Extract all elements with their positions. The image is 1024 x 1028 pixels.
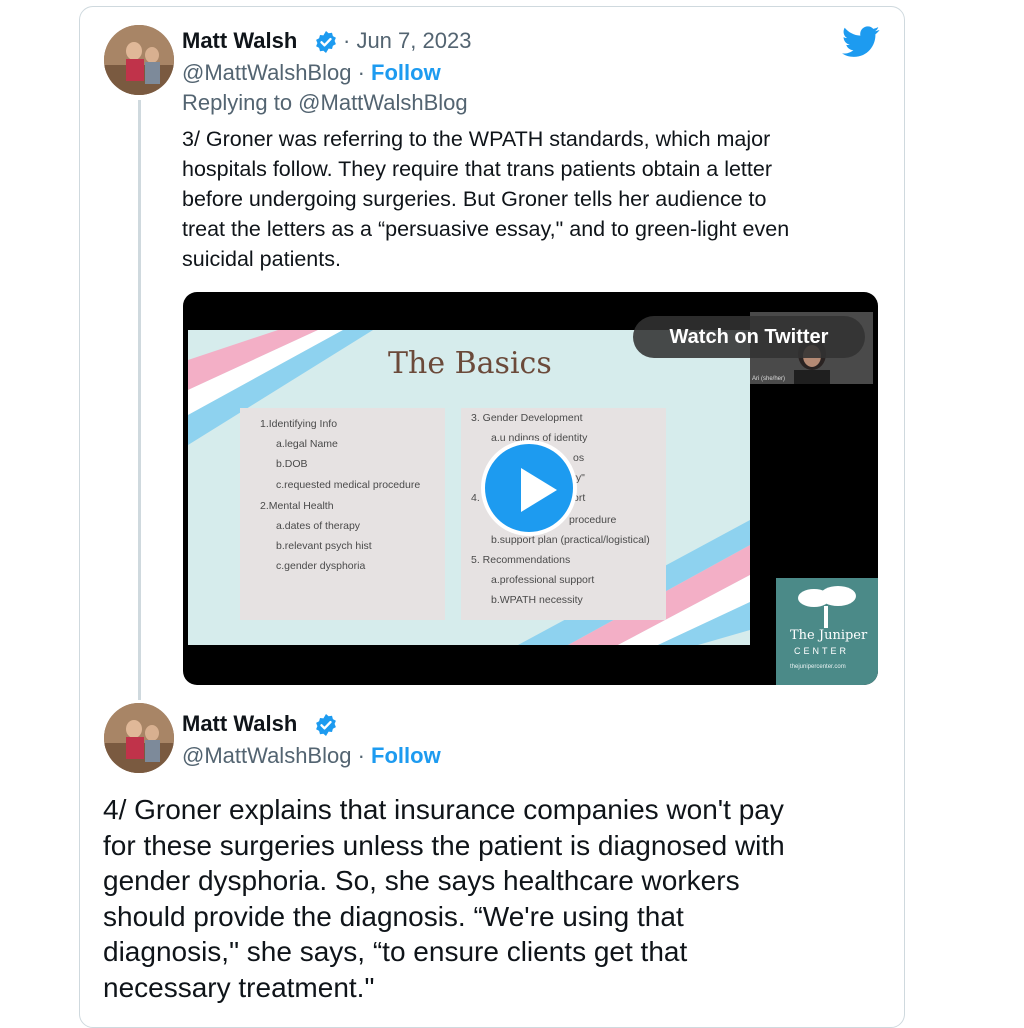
slide-item: 2.Mental Health: [260, 500, 334, 512]
tweet-text-line: suicidal patients.: [182, 247, 341, 271]
logo-center: CENTER: [794, 646, 850, 656]
verified-badge-icon: [316, 31, 336, 53]
video-player[interactable]: The Basics 1.Identifying Info a.legal Na…: [183, 292, 878, 685]
tweet-text-line: diagnosis," she says, “to ensure clients…: [103, 936, 688, 967]
follow-button[interactable]: Follow: [371, 60, 441, 85]
tweet-text-line: necessary treatment.": [103, 971, 375, 1003]
slide-item: a.professional support: [491, 574, 595, 586]
twitter-bird-icon[interactable]: [842, 25, 880, 59]
play-icon[interactable]: [481, 440, 577, 536]
handle-text[interactable]: @MattWalshBlog ·: [182, 60, 365, 85]
logo-name: The Juniper: [790, 628, 868, 643]
tweet-text: 4/ Groner explains that insurance compan…: [103, 792, 883, 1005]
tweet-text-line: for these surgeries unless the patient i…: [103, 829, 785, 861]
slide-item: 5. Recommendations: [471, 554, 571, 566]
slide-title: The Basics: [388, 346, 552, 381]
slide-item: b.support plan (practical/logistical): [491, 534, 650, 546]
slide-item: c.requested medical procedure: [276, 479, 421, 491]
avatar[interactable]: [104, 25, 174, 95]
watch-on-twitter-button[interactable]: Watch on Twitter: [633, 316, 865, 358]
tweet-text-line: gender dysphoria. So, she says healthcar…: [103, 865, 740, 896]
tweet-text: 3/ Groner was referring to the WPATH sta…: [182, 124, 872, 274]
handle-text[interactable]: @MattWalshBlog ·: [182, 743, 365, 768]
slide-item: 1.Identifying Info: [260, 418, 338, 430]
play-triangle: [521, 468, 557, 512]
logo-url: thejunipercenter.com: [790, 664, 846, 670]
slide-item: c.gender dysphoria: [276, 560, 366, 572]
slide-item: os: [573, 452, 585, 464]
thread-connector: [138, 100, 141, 700]
slide-item: b.relevant psych hist: [276, 540, 372, 552]
author-name[interactable]: Matt Walsh: [182, 711, 297, 737]
slide-item: 3. Gender Development: [471, 412, 583, 424]
video-slide: The Basics 1.Identifying Info a.legal Na…: [188, 330, 750, 645]
tweet-text-line: treat the letters as a “persuasive essay…: [182, 217, 790, 241]
replying-to[interactable]: Replying to @MattWalshBlog: [182, 90, 468, 116]
tree-icon: [798, 586, 856, 628]
tweet-text-line: before undergoing surgeries. But Groner …: [182, 187, 767, 211]
slide-item: b.WPATH necessity: [491, 594, 583, 606]
verified-badge-icon: [316, 714, 336, 736]
author-handle: @MattWalshBlog · Follow: [182, 60, 441, 86]
tweet-date[interactable]: · Jun 7, 2023: [343, 28, 471, 54]
juniper-center-logo: The Juniper CENTER thejunipercenter.com: [776, 578, 878, 685]
slide-item: procedure: [569, 514, 617, 526]
tweet-text-line: 4/ Groner explains that insurance compan…: [103, 794, 784, 825]
webcam-label: Ari (she/her): [752, 376, 786, 382]
tweet-text-line: hospitals follow. They require that tran…: [182, 157, 773, 181]
avatar[interactable]: [104, 703, 174, 773]
slide-item: b.DOB: [276, 458, 308, 470]
author-name[interactable]: Matt Walsh: [182, 28, 297, 54]
tweet-text-line: 3/ Groner was referring to the WPATH sta…: [182, 127, 771, 151]
follow-button[interactable]: Follow: [371, 743, 441, 768]
slide-left-box: 1.Identifying Info a.legal Name b.DOB c.…: [240, 408, 445, 620]
tweet-text-line: should provide the diagnosis. “We're usi…: [103, 900, 684, 932]
author-handle: @MattWalshBlog · Follow: [182, 743, 441, 769]
slide-item: a.dates of therapy: [276, 520, 361, 532]
slide-item: a.legal Name: [276, 438, 338, 450]
